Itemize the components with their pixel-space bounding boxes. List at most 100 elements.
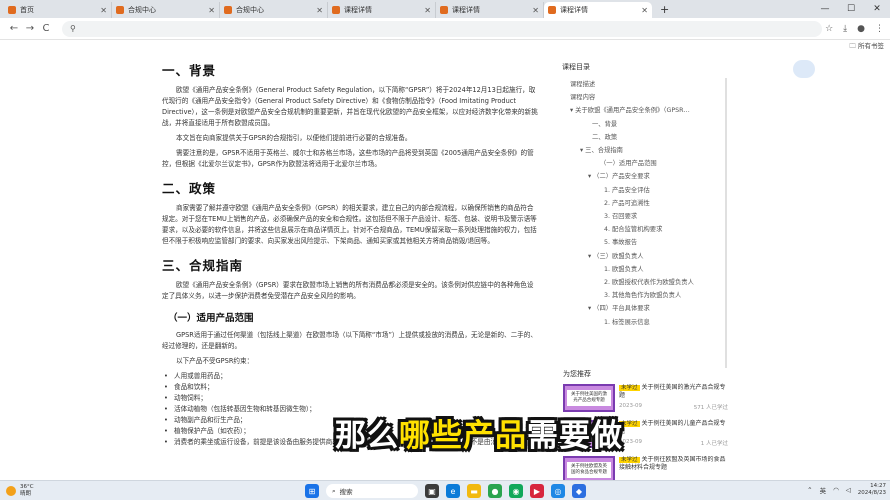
recommend-title: 为您推荐 <box>563 370 591 378</box>
windows-start-icon[interactable]: ⊞ <box>305 484 319 498</box>
section-title-policy: 二、政策 <box>162 181 217 196</box>
toc-item[interactable]: 1. 欧盟负责人 <box>562 263 725 276</box>
wifi-icon[interactable]: ◠ <box>833 486 839 494</box>
toc-list[interactable]: 课程描述 课程内容 ▾ 关于欧盟《通用产品安全条例》（GPSR… 一、背景 二、… <box>562 78 727 368</box>
course-thumbnail[interactable]: 关于例往美国的激光产品合规专题 <box>563 384 615 412</box>
blue-app-icon[interactable]: ◆ <box>572 484 586 498</box>
paragraph: 需要注意的是，GPSR不适用于英格兰、威尔士和苏格兰市场，这些市场的产品将受到英… <box>162 149 534 168</box>
site-favicon-icon <box>548 6 556 14</box>
toc-item[interactable]: 1. 产品安全评估 <box>562 184 725 197</box>
reload-button[interactable]: C <box>38 23 54 34</box>
tab-course-2[interactable]: 课程详情 ✕ <box>436 2 544 18</box>
paragraph: 本文旨在向商家提供关于GPSR的合规指引，以便他们提前进行必要的合规准备。 <box>176 134 412 142</box>
toc-item[interactable]: ▾ （四）平台具体要求 <box>562 302 725 315</box>
red-app-icon[interactable]: ▶ <box>530 484 544 498</box>
tab-compliance-1[interactable]: 合规中心 ✕ <box>112 2 220 18</box>
edge-browser-icon[interactable]: e <box>446 484 460 498</box>
list-item: 动物饲料； <box>162 393 548 404</box>
close-tab-icon[interactable]: ✕ <box>532 6 539 15</box>
paragraph: 以下产品不受GPSR约束： <box>176 357 254 365</box>
tab-compliance-2[interactable]: 合规中心 ✕ <box>220 2 328 18</box>
toc-item[interactable]: 课程描述 <box>562 78 725 91</box>
menu-icon[interactable]: ⋮ <box>875 24 884 34</box>
weather-widget[interactable]: 36°C 晴朗 <box>6 484 34 497</box>
toc-item[interactable]: 一、背景 <box>562 118 725 131</box>
all-bookmarks-button[interactable]: 🗀 所有书签 <box>849 40 884 53</box>
download-icon[interactable]: ⤓ <box>843 24 847 34</box>
task-view-icon[interactable]: ▣ <box>425 484 439 498</box>
toc-item[interactable]: ▾ （三）欧盟负责人 <box>562 250 725 263</box>
course-catalog: 课程目录 课程描述 课程内容 ▾ 关于欧盟《通用产品安全条例》（GPSR… 一、… <box>562 52 727 368</box>
address-bar: ← → C ⚲ ☆ ⤓ ● ⋮ <box>0 18 890 40</box>
site-favicon-icon <box>440 6 448 14</box>
toc-item[interactable]: ▾ （二）产品安全要求 <box>562 170 725 183</box>
toc-item[interactable]: 二、政策 <box>562 131 725 144</box>
toc-item[interactable]: ▾ 三、合规指南 <box>562 144 725 157</box>
bookmark-star-icon[interactable]: ☆ <box>825 24 833 34</box>
tab-bar: 首页 ✕ 合规中心 ✕ 合规中心 ✕ 课程详情 ✕ 课程详情 ✕ 课程详情 ✕ + — ☐ … <box>0 0 890 18</box>
volume-icon[interactable]: ◁ <box>846 486 851 494</box>
close-tab-icon[interactable]: ✕ <box>208 6 215 15</box>
toc-item[interactable]: 课程内容 <box>562 91 725 104</box>
forward-button[interactable]: → <box>22 23 38 34</box>
tab-course-1[interactable]: 课程详情 ✕ <box>328 2 436 18</box>
search-icon: ⌕ <box>332 486 336 495</box>
taskbar-search[interactable]: ⌕ 搜索 <box>326 484 418 498</box>
paragraph: 欧盟《通用产品安全条例》（GPSR）要求在欧盟市场上销售的所有消费品都必须是安全… <box>162 281 534 300</box>
toc-item[interactable]: 3. 其他角色作为欧盟负责人 <box>562 289 725 302</box>
chrome-icon[interactable]: ◎ <box>551 484 565 498</box>
status-badge: 未学过 <box>619 457 640 463</box>
sun-icon <box>6 485 16 496</box>
paragraph: 欧盟《通用产品安全条例》（General Product Safety Regu… <box>162 86 538 127</box>
tab-course-active[interactable]: 课程详情 ✕ <box>544 2 652 18</box>
close-tab-icon[interactable]: ✕ <box>100 6 107 15</box>
taskbar: 36°C 晴朗 ⊞ ⌕ 搜索 ▣ e ▬ ● ◉ ▶ ◎ ◆ ⌃ 英 ◠ ◁ 14:… <box>0 480 890 500</box>
subsection-title-scope: （一）适用产品范围 <box>168 313 254 324</box>
toc-item[interactable]: 1. 标签展示信息 <box>562 316 725 329</box>
site-favicon-icon <box>332 6 340 14</box>
toc-item[interactable]: （一）适用产品范围 <box>562 157 725 170</box>
back-button[interactable]: ← <box>6 23 22 34</box>
toc-item[interactable]: 5. 事故报告 <box>562 236 725 249</box>
clock[interactable]: 14:27 2024/8/23 <box>858 483 886 497</box>
list-item: 人用或兽用药品； <box>162 371 548 382</box>
toc-scrollbar[interactable] <box>725 118 727 368</box>
maximize-button[interactable]: ☐ <box>838 0 864 18</box>
profile-icon[interactable]: ● <box>857 24 865 34</box>
list-item: 食品和饮料； <box>162 382 548 393</box>
file-explorer-icon[interactable]: ▬ <box>467 484 481 498</box>
site-favicon-icon <box>8 6 16 14</box>
wechat-icon[interactable]: ◉ <box>509 484 523 498</box>
bookmarks-bar: 🗀 所有书签 <box>0 40 890 52</box>
catalog-title: 课程目录 <box>562 63 590 71</box>
language-indicator[interactable]: 英 <box>820 485 827 495</box>
url-input[interactable]: ⚲ <box>62 20 822 37</box>
section-title-guide: 三、合规指南 <box>162 258 244 273</box>
close-tab-icon[interactable]: ✕ <box>316 6 323 15</box>
course-thumbnail[interactable]: 关于例往欧盟及英国的食品合规专题 <box>563 456 615 480</box>
tray-chevron-icon[interactable]: ⌃ <box>807 486 812 494</box>
close-tab-icon[interactable]: ✕ <box>641 6 648 15</box>
section-title-background: 一、背景 <box>162 63 217 78</box>
toc-item[interactable]: 2. 欧盟授权代表作为欧盟负责人 <box>562 276 725 289</box>
status-badge: 未学过 <box>619 385 640 391</box>
tab-home[interactable]: 首页 ✕ <box>4 2 112 18</box>
toc-item[interactable]: 2. 产品可追溯性 <box>562 197 725 210</box>
paragraph: 商家需要了解并遵守欧盟《通用产品安全条例》（GPSR）的相关要求，建立自己的内部… <box>162 204 537 245</box>
floating-assistant-icon[interactable] <box>793 60 815 78</box>
new-tab-button[interactable]: + <box>652 2 677 18</box>
recommend-card[interactable]: 关于例往欧盟及英国的食品合规专题 未学过 关于例往欧盟及英国市场的食品接触材料合规… <box>563 456 728 480</box>
video-caption: 那么哪些产品需要做 <box>335 418 623 454</box>
toc-item[interactable]: 3. 召回要求 <box>562 210 725 223</box>
close-window-button[interactable]: ✕ <box>864 0 890 18</box>
toc-item[interactable]: 4. 配合监管机构要求 <box>562 223 725 236</box>
window-controls: — ☐ ✕ <box>812 0 890 18</box>
site-info-icon[interactable]: ⚲ <box>70 24 76 33</box>
green-app-icon[interactable]: ● <box>488 484 502 498</box>
minimize-button[interactable]: — <box>812 0 838 18</box>
close-tab-icon[interactable]: ✕ <box>424 6 431 15</box>
site-favicon-icon <box>224 6 232 14</box>
folder-icon: 🗀 <box>849 42 856 50</box>
toc-item[interactable]: ▾ 关于欧盟《通用产品安全条例》（GPSR… <box>562 104 725 117</box>
site-favicon-icon <box>116 6 124 14</box>
